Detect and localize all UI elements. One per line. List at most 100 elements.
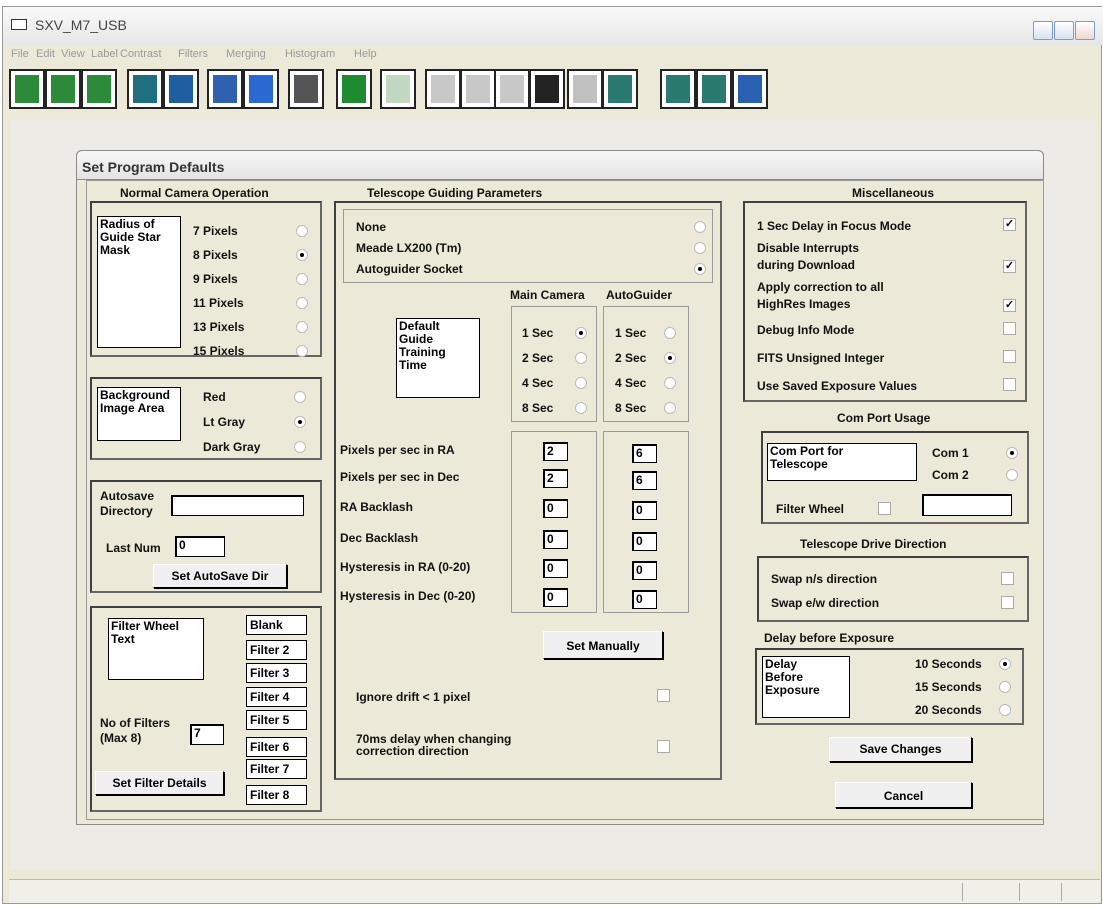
ag-param-input[interactable]: 0 (632, 561, 657, 580)
cancel-button[interactable]: Cancel (835, 782, 972, 808)
dialog-title-bar[interactable]: Set Program Defaults (76, 150, 1044, 180)
circle-icon[interactable] (529, 69, 565, 109)
dark-subtract-icon[interactable] (602, 69, 638, 109)
ag-time-option-radio[interactable] (664, 352, 676, 364)
radius-option-radio[interactable] (296, 249, 308, 261)
misc-option-checkbox[interactable] (1003, 322, 1016, 335)
fits-camera-icon[interactable] (45, 69, 81, 109)
maximize-button[interactable] (1054, 21, 1074, 40)
guide-camera-icon[interactable] (127, 69, 163, 109)
ag-param-input[interactable]: 0 (632, 532, 657, 551)
menu-help[interactable]: Help (354, 48, 377, 60)
autosave-directory-input[interactable] (171, 495, 304, 516)
last-num-input[interactable]: 0 (175, 536, 225, 557)
ag-time-option-radio[interactable] (664, 402, 676, 414)
radius-option-label: 11 Pixels (193, 296, 244, 310)
ag-param-input[interactable]: 0 (632, 501, 657, 520)
filter-name-input[interactable]: Filter 8 (246, 785, 307, 805)
num-filters-input[interactable]: 7 (190, 724, 224, 745)
main-param-input[interactable]: 0 (543, 499, 568, 518)
delay-change-checkbox[interactable] (657, 740, 670, 753)
drive-option-checkbox[interactable] (1001, 572, 1014, 585)
menu-filters[interactable]: Filters (178, 48, 208, 60)
comport-option-radio[interactable] (1006, 469, 1018, 481)
misc-option-checkbox[interactable]: ✓ (1003, 260, 1016, 273)
peak-icon[interactable] (567, 69, 603, 109)
main-time-option-radio[interactable] (575, 327, 587, 339)
menu-merging[interactable]: Merging (226, 48, 266, 60)
main-param-input[interactable]: 2 (543, 469, 568, 488)
guide-mode-option-radio[interactable] (694, 221, 706, 233)
add-merge-icon[interactable] (696, 69, 732, 109)
exposure-option-radio[interactable] (999, 658, 1011, 670)
open-camera-icon[interactable] (9, 69, 45, 109)
filter-name-input[interactable]: Filter 2 (246, 640, 307, 660)
telescope-icon[interactable] (163, 69, 199, 109)
curve-icon[interactable] (425, 69, 461, 109)
close-button[interactable] (1075, 21, 1095, 40)
camera-icon[interactable] (81, 69, 117, 109)
text-view-icon[interactable] (288, 69, 324, 109)
comport-option-radio[interactable] (1006, 447, 1018, 459)
filter-name-input[interactable]: Filter 7 (246, 759, 307, 779)
filter-name-input[interactable]: Filter 6 (246, 737, 307, 757)
menu-view[interactable]: View (61, 48, 85, 60)
misc-option-checkbox[interactable]: ✓ (1003, 299, 1016, 312)
menu-histogram[interactable]: Histogram (285, 48, 335, 60)
set-autosave-dir-button[interactable]: Set AutoSave Dir (153, 564, 287, 588)
filter-name-input[interactable]: Filter 4 (246, 687, 307, 707)
ag-param-input[interactable]: 0 (632, 590, 657, 609)
radius-option-radio[interactable] (296, 345, 308, 357)
flat-multiply-icon[interactable] (660, 69, 696, 109)
main-param-input[interactable]: 0 (543, 530, 568, 549)
set-manually-button[interactable]: Set Manually (543, 631, 663, 659)
menu-edit[interactable]: Edit (36, 48, 55, 60)
filter-name-input[interactable]: Filter 5 (246, 710, 307, 730)
save-changes-button[interactable]: Save Changes (829, 737, 972, 762)
import-icon[interactable] (207, 69, 243, 109)
main-param-input[interactable]: 0 (543, 559, 568, 578)
menu-contrast[interactable]: Contrast (120, 48, 162, 60)
info-icon[interactable] (336, 69, 372, 109)
background-option-radio[interactable] (294, 391, 306, 403)
misc-option-checkbox[interactable]: ✓ (1003, 218, 1016, 231)
radius-option-radio[interactable] (296, 273, 308, 285)
ag-time-option-radio[interactable] (664, 327, 676, 339)
minimize-button[interactable] (1033, 21, 1053, 40)
misc-option-checkbox[interactable] (1003, 378, 1016, 391)
filter-name-input[interactable]: Filter 3 (246, 663, 307, 683)
ignore-drift-checkbox[interactable] (657, 689, 670, 702)
main-time-option-radio[interactable] (575, 402, 587, 414)
guide-mode-option-radio[interactable] (694, 263, 706, 275)
radius-option-radio[interactable] (296, 297, 308, 309)
set-filter-details-button[interactable]: Set Filter Details (95, 771, 224, 795)
filter-name-input[interactable]: Blank (246, 615, 307, 635)
menu-file[interactable]: File (11, 48, 29, 60)
linear-icon[interactable] (460, 69, 496, 109)
misc-option-checkbox[interactable] (1003, 350, 1016, 363)
filter-wheel-port-input[interactable] (922, 494, 1012, 516)
exposure-option-radio[interactable] (999, 704, 1011, 716)
main-param-input[interactable]: 0 (543, 588, 568, 607)
menu-label[interactable]: Label (91, 48, 118, 60)
histogram-icon[interactable] (494, 69, 530, 109)
satellite-icon[interactable] (732, 69, 768, 109)
guide-param-label: Hysteresis in RA (0-20) (340, 560, 471, 574)
ag-param-input[interactable]: 6 (632, 444, 657, 463)
filter-wheel-port-checkbox[interactable] (878, 502, 891, 515)
background-option-radio[interactable] (294, 441, 306, 453)
export-icon[interactable] (243, 69, 279, 109)
main-param-input[interactable]: 2 (543, 442, 568, 461)
guide-mode-option-radio[interactable] (694, 242, 706, 254)
main-time-option-radio[interactable] (575, 352, 587, 364)
exposure-option-radio[interactable] (999, 681, 1011, 693)
drive-option-checkbox[interactable] (1001, 596, 1014, 609)
title-bar[interactable]: SXV_M7_USB (3, 7, 1103, 45)
radius-option-radio[interactable] (296, 225, 308, 237)
ag-time-option-radio[interactable] (664, 377, 676, 389)
stretch-icon[interactable] (380, 69, 416, 109)
main-time-option-radio[interactable] (575, 377, 587, 389)
background-option-radio[interactable] (294, 416, 306, 428)
radius-option-radio[interactable] (296, 321, 308, 333)
ag-param-input[interactable]: 6 (632, 471, 657, 490)
